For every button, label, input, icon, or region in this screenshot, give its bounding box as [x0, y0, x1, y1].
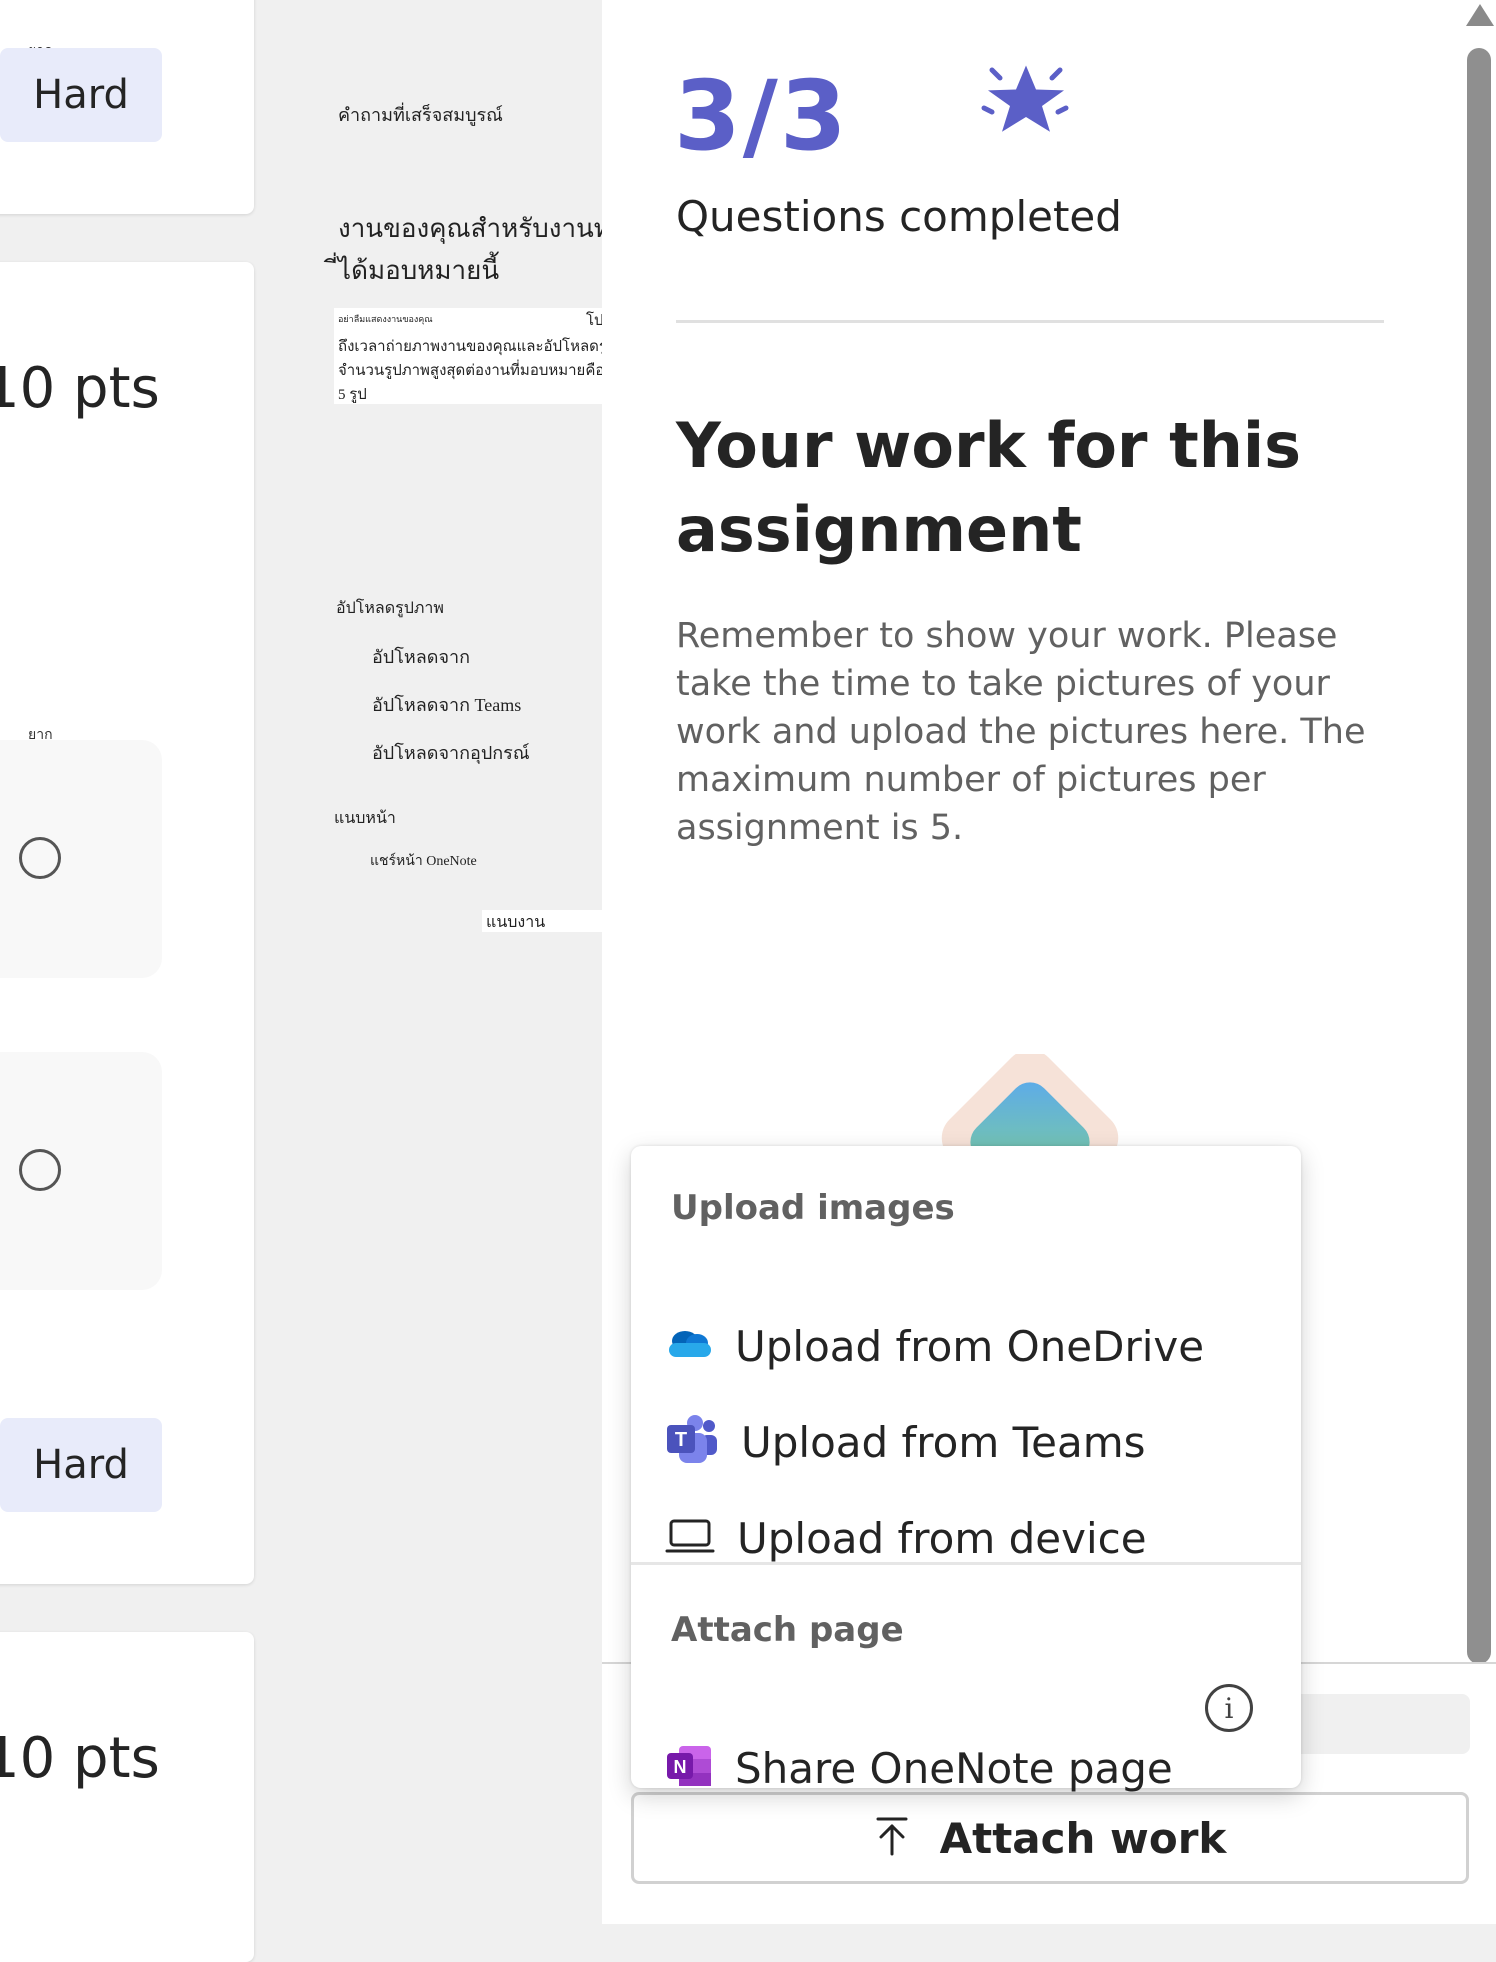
radio-button[interactable] [19, 1149, 61, 1191]
thai-questions-completed: คำถามที่เสร็จสมบูรณ์ [338, 105, 503, 125]
onedrive-icon [665, 1327, 713, 1365]
thai-attach-work: แนบงาน [486, 914, 546, 931]
thai-upload-from-device: อัปโหลดจากอุปกรณ์ [372, 743, 530, 763]
work-section-title: Your work for this assignment [676, 409, 1302, 566]
difficulty-badge: Hard [0, 1418, 162, 1512]
radio-button[interactable] [19, 837, 61, 879]
thai-attach-page: แนบหน้า [334, 810, 396, 827]
menu-header-attach-page: Attach page [671, 1610, 904, 1650]
svg-text:N: N [674, 1757, 687, 1777]
upload-illustration-icon [920, 1049, 1140, 1227]
points-label: 10 pts [0, 356, 160, 421]
upload-arrow-icon [874, 1816, 910, 1860]
thai-share-onenote: แชร์หน้า OneNote [370, 854, 477, 869]
divider [676, 320, 1384, 323]
menu-item-label: Share OneNote page [735, 1743, 1173, 1793]
star-icon [980, 64, 1070, 148]
menu-item-upload-onedrive[interactable]: Upload from OneDrive [665, 1306, 1265, 1386]
info-icon[interactable]: i [1205, 1684, 1253, 1732]
onenote-icon: N [665, 1744, 713, 1792]
thai-work-title-line2: ี่ได้มอบหมายนี้ [338, 256, 500, 285]
scrollbar-thumb[interactable] [1467, 48, 1491, 1664]
attach-menu: Upload images Upload from OneDrive T Upl… [631, 1146, 1301, 1793]
points-label: 10 pts [0, 1726, 160, 1791]
work-section-description: Remember to show your work. Please take … [676, 616, 1366, 848]
menu-item-label: Upload from device [737, 1513, 1147, 1563]
answer-option-2[interactable] [0, 1052, 162, 1290]
menu-item-label: Upload from OneDrive [735, 1321, 1205, 1371]
thai-desc-line2: จำนวนรูปภาพสูงสุดต่องานที่มอบหมายคือ [338, 363, 605, 379]
thai-desc-line0a: อย่าลืมแสดงงานของคุณ [338, 314, 433, 324]
menu-divider [631, 1562, 1301, 1565]
thai-upload-from: อัปโหลดจาก [372, 647, 471, 667]
thai-upload-images: อัปโหลดรูปภาพ [336, 600, 444, 617]
score-caption: Questions completed [676, 192, 1122, 241]
menu-item-upload-device[interactable]: Upload from device [665, 1498, 1265, 1578]
question-card-1: ยาก Hard [0, 0, 254, 214]
answer-option-1[interactable] [0, 740, 162, 978]
menu-item-upload-teams[interactable]: T Upload from Teams [665, 1402, 1265, 1482]
score-value: 3/3 [674, 60, 849, 172]
question-card-2: 10 pts ยาก Hard [0, 262, 254, 1584]
scroll-up-arrow-icon[interactable] [1466, 4, 1494, 26]
menu-header-upload-images: Upload images [671, 1188, 955, 1228]
attach-work-label: Attach work [939, 1813, 1227, 1863]
svg-text:T: T [675, 1429, 687, 1451]
menu-item-label: Upload from Teams [741, 1417, 1146, 1467]
thai-work-title-line1: งานของคุณสำหรับงานท [338, 214, 611, 243]
thai-upload-from-teams: อัปโหลดจาก Teams [372, 695, 522, 715]
footer-placeholder-bar [1290, 1694, 1470, 1754]
menu-item-share-onenote[interactable]: N Share OneNote page [665, 1728, 1185, 1808]
question-card-3: 10 pts [0, 1632, 254, 1962]
difficulty-badge: Hard [0, 48, 162, 142]
laptop-icon [665, 1518, 715, 1558]
thai-desc-line3: 5 รูป [338, 387, 367, 403]
teams-icon: T [665, 1413, 719, 1471]
